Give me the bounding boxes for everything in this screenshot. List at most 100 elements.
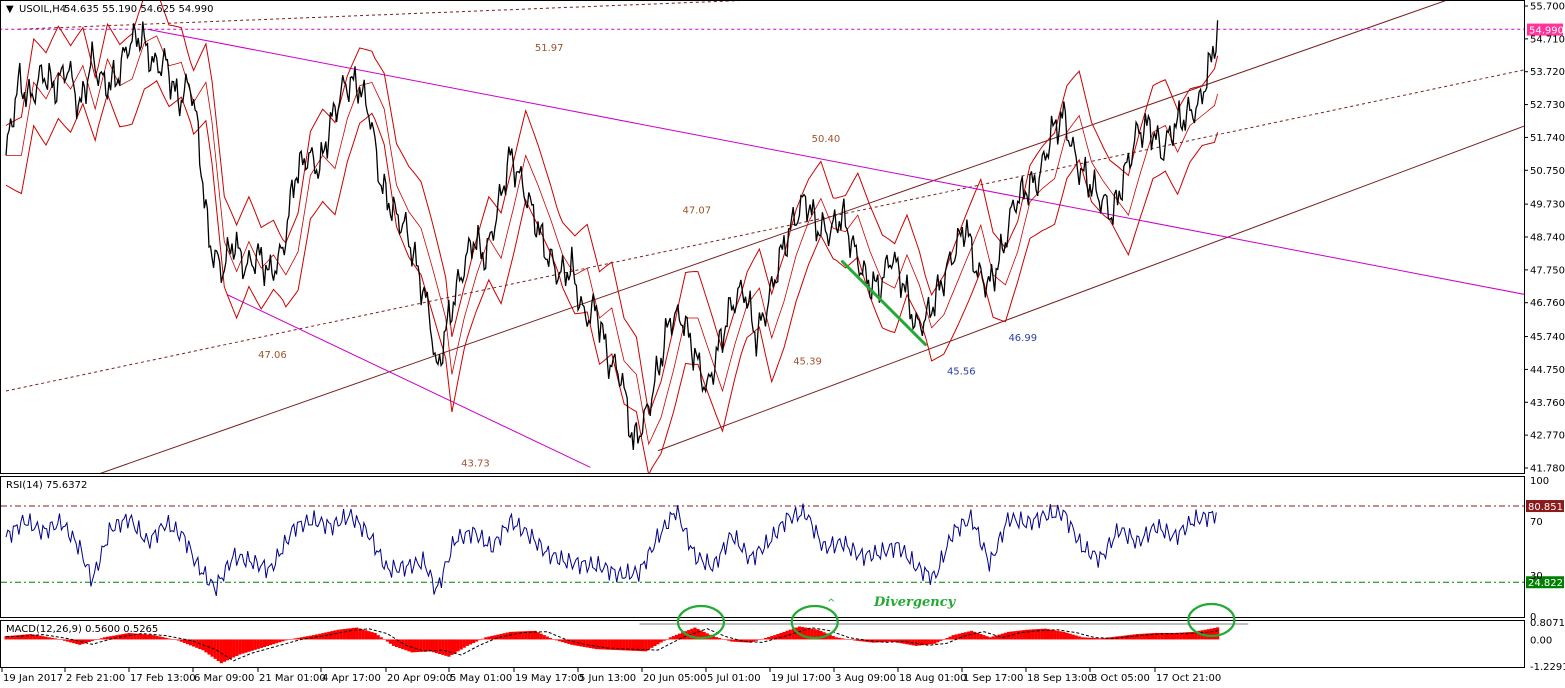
price-pane-frame — [0, 0, 1525, 474]
macd-bar — [994, 635, 998, 640]
macd-bar — [554, 639, 559, 641]
macd-bar — [155, 635, 159, 640]
macd-bar — [281, 639, 285, 642]
macd-bar — [465, 639, 469, 646]
macd-bar — [1053, 630, 1057, 640]
macd-bar — [579, 639, 583, 647]
level-label-5: 43.73 — [461, 459, 490, 470]
macd-bar — [158, 636, 162, 640]
macd-bar — [142, 634, 147, 640]
mid-dotted-line — [5, 69, 1524, 392]
macd-bar — [914, 639, 918, 646]
level-label-4: 47.06 — [258, 350, 287, 361]
macd-bar — [265, 639, 270, 647]
macd-bar — [333, 630, 337, 640]
descending-trendline — [147, 28, 1524, 295]
macd-bar — [1022, 630, 1026, 640]
macd-bar — [247, 639, 251, 652]
macd-bar — [668, 637, 672, 640]
macd-bar — [770, 636, 774, 640]
macd-bar — [536, 632, 540, 640]
macd-bar — [551, 639, 556, 640]
macd-bar — [779, 632, 783, 640]
rsi-tick-label-0: 100 — [1530, 476, 1549, 487]
macd-tick-label-0: 0.8071 — [1530, 618, 1565, 629]
macd-bar — [327, 631, 331, 640]
price-tick-label-4: 51.740 — [1530, 133, 1565, 144]
macd-bar — [259, 639, 263, 648]
middle-band — [6, 35, 1218, 446]
macd-bar — [456, 639, 460, 652]
macd-bar — [102, 637, 107, 640]
macd-bar — [38, 635, 42, 640]
macd-bar — [47, 637, 51, 640]
macd-bar — [591, 639, 596, 649]
macd-bar — [1136, 634, 1140, 640]
macd-bar — [727, 639, 731, 641]
level-label-7: 45.56 — [947, 366, 976, 377]
macd-bar — [19, 634, 24, 640]
macd-bar — [653, 639, 657, 647]
macd-bar — [933, 639, 937, 644]
macd-bar — [585, 639, 589, 648]
macd-bar — [364, 630, 368, 640]
macd-bar — [1019, 630, 1023, 640]
macd-bar — [219, 639, 223, 664]
macd-bar — [278, 639, 282, 643]
macd-bar — [890, 639, 894, 642]
macd-tick-label-1: 0.00 — [1530, 635, 1552, 646]
macd-bar — [917, 639, 921, 646]
price-tick-label-14: 41.780 — [1530, 464, 1565, 475]
macd-bar — [161, 637, 165, 640]
x-tick-label-17: 3 Oct 05:00 — [1091, 673, 1150, 684]
macd-bar — [843, 638, 848, 640]
macd-bar — [514, 631, 519, 640]
upper-channel-line — [99, 1, 1446, 473]
macd-bar — [976, 632, 980, 640]
lower-envelope-band — [5, 80, 1219, 473]
macd-bar — [760, 638, 765, 640]
macd-bar — [674, 634, 679, 640]
price-tick-label-11: 44.750 — [1530, 365, 1565, 376]
macd-bar — [87, 639, 91, 643]
macd-bar — [1133, 634, 1137, 640]
price-tick-label-9: 46.760 — [1530, 298, 1565, 309]
macd-bar — [561, 639, 565, 643]
macd-bar — [182, 639, 187, 643]
macd-bar — [272, 639, 276, 645]
lower-channel-line — [657, 125, 1524, 452]
macd-bar — [388, 639, 393, 644]
level-label-2: 50.40 — [812, 134, 841, 145]
macd-bar — [275, 639, 279, 644]
macd-bar — [348, 628, 353, 640]
macd-bar — [422, 639, 426, 652]
macd-bar — [714, 637, 719, 640]
upper-dotted-line — [18, 1, 742, 30]
macd-bar — [1096, 638, 1100, 640]
macd-bar — [1016, 630, 1020, 640]
rsi-tick-label-2: 30 — [1530, 571, 1543, 582]
price-tick-label-3: 52.730 — [1530, 100, 1565, 111]
macd-bar — [145, 634, 150, 640]
macd-bar — [511, 631, 516, 640]
macd-bar — [105, 636, 110, 640]
macd-bar — [170, 639, 174, 640]
trading-chart[interactable]: 53.7351.9750.4047.0747.0643.7345.3945.56… — [0, 0, 1565, 688]
chart-collapse-icon[interactable]: ▼ — [6, 4, 14, 15]
macd-bar — [662, 639, 666, 641]
macd-bar — [339, 629, 343, 640]
price-tick-label-0: 55.700 — [1530, 2, 1565, 13]
macd-bar — [767, 637, 771, 640]
price-tick-label-2: 53.720 — [1530, 67, 1565, 78]
macd-bar — [410, 639, 414, 653]
macd-bar — [837, 637, 842, 640]
level-label-3: 47.07 — [683, 205, 712, 216]
macd-bar — [671, 636, 675, 640]
x-tick-label-1: 2 Feb 21:00 — [66, 673, 125, 684]
price-tick-label-10: 45.740 — [1530, 332, 1565, 343]
macd-bar — [22, 634, 27, 640]
macd-bar — [361, 629, 365, 640]
ohlc-readout: 54.635 55.190 54.625 54.990 — [64, 4, 214, 15]
macd-bar — [1050, 629, 1054, 640]
macd-bar — [785, 630, 789, 640]
